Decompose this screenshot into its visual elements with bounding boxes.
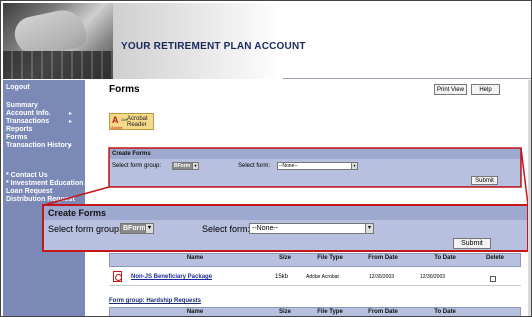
form-to-date: 12/30/2003 [420, 274, 446, 280]
col-name: Name [186, 255, 204, 261]
col-to-date: To Date [434, 255, 456, 261]
col-name: Name [186, 309, 204, 315]
col-size: Size [278, 309, 291, 315]
chevron-down-icon: ▾ [365, 224, 373, 233]
delete-checkbox[interactable] [490, 276, 496, 282]
form-link[interactable]: Non-JS Beneficiary Package [131, 274, 212, 280]
col-file-type: File Type [317, 255, 343, 261]
form-group-value-zoom: BForm [123, 225, 146, 232]
app-window: YOUR RETIREMENT PLAN ACCOUNT Logout Summ… [0, 0, 532, 317]
form-group-label-zoom: Select form group: [48, 224, 122, 234]
chevron-down-icon: ▾ [145, 224, 153, 233]
col-file-type: File Type [317, 309, 343, 315]
col-to-date: To Date [434, 309, 456, 315]
submit-button-zoom[interactable]: Submit [453, 238, 491, 249]
col-size: Size [278, 255, 291, 261]
table-header-2: Name Size File Type From Date To Date [109, 307, 521, 316]
right-scrollbar[interactable] [528, 80, 531, 316]
col-delete: Delete [485, 255, 504, 261]
col-from-date: From Date [368, 255, 398, 261]
create-forms-zoom: Create Forms Select form group: BForm ▾ … [42, 204, 529, 252]
col-from-date: From Date [368, 309, 398, 315]
create-forms-heading-zoom: Create Forms [44, 206, 527, 220]
table-header: Name Size File Type From Date To Date De… [109, 253, 521, 267]
form-file-type: Adobe Acrobat [306, 274, 339, 280]
pdf-icon [113, 271, 122, 282]
form-select-label-zoom: Select form: [202, 224, 251, 234]
form-from-date: 12/30/2003 [369, 274, 395, 280]
form-size: 15kb [275, 274, 289, 280]
table-row: Non-JS Beneficiary Package 15kb Adobe Ac… [109, 268, 521, 286]
form-group-select-zoom[interactable]: BForm ▾ [120, 223, 154, 234]
form-group-heading: Form group: Hardship Requests [109, 298, 202, 304]
form-select-zoom[interactable]: --None-- ▾ [249, 223, 374, 234]
form-select-value-zoom: --None-- [252, 225, 279, 232]
